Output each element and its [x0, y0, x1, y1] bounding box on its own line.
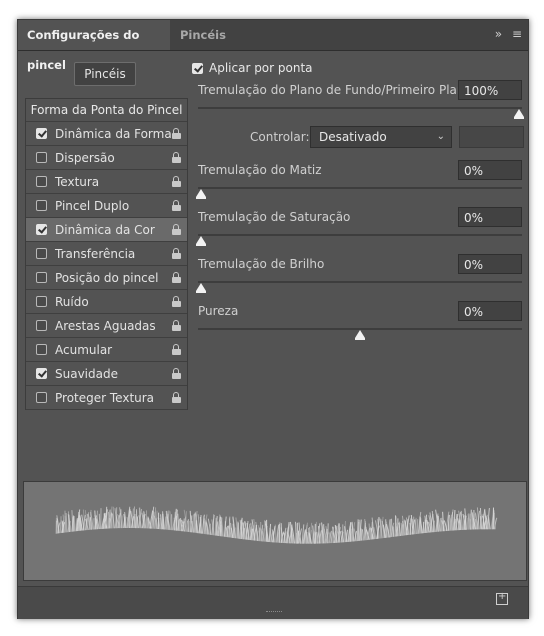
saturation-jitter-input[interactable]: 0% — [458, 207, 522, 227]
sidebar-item-checkbox[interactable] — [36, 320, 47, 331]
purity-slider-thumb[interactable] — [355, 330, 365, 340]
sidebar-item-checkbox[interactable] — [36, 368, 47, 379]
brush-options-list: Forma da Ponta do Pincel Dinâmica da For… — [25, 98, 188, 410]
lock-icon[interactable] — [172, 224, 181, 235]
resize-grip[interactable] — [266, 611, 282, 614]
fg-bg-jitter-label: Tremulação do Plano de Fundo/Primeiro Pl… — [198, 83, 472, 97]
brush-stroke-preview-graphic — [55, 506, 498, 544]
sidebar-item[interactable]: Pincel Duplo — [26, 194, 187, 218]
purity-label: Pureza — [198, 304, 239, 318]
hue-jitter-slider[interactable] — [196, 187, 522, 199]
sidebar-item-label: Textura — [55, 175, 100, 189]
control-secondary-field — [459, 126, 524, 148]
sidebar-item-checkbox[interactable] — [36, 152, 47, 163]
sidebar-item-label: Arestas Aguadas — [55, 319, 156, 333]
sidebar-item-label: Dinâmica da Cor — [55, 223, 155, 237]
panel-footer — [18, 586, 528, 619]
hue-jitter-slider-thumb[interactable] — [196, 189, 206, 199]
sidebar-item-brush-tip-shape[interactable]: Forma da Ponta do Pincel — [26, 99, 187, 122]
sidebar-item[interactable]: Arestas Aguadas — [26, 314, 187, 338]
lock-icon[interactable] — [172, 248, 181, 259]
sidebar-item[interactable]: Dispersão — [26, 146, 187, 170]
saturation-jitter-slider-thumb[interactable] — [196, 236, 206, 246]
sidebar-item-checkbox[interactable] — [36, 224, 47, 235]
brush-stroke-preview — [23, 481, 527, 581]
collapse-panel-icon[interactable]: » — [495, 27, 502, 41]
control-dropdown-value: Desativado — [319, 130, 387, 144]
lock-icon[interactable] — [172, 272, 181, 283]
brightness-jitter-slider[interactable] — [196, 281, 522, 293]
brightness-jitter-slider-thumb[interactable] — [196, 283, 206, 293]
lock-icon[interactable] — [172, 296, 181, 307]
sidebar-item-label: Dinâmica da Forma — [55, 127, 172, 141]
sidebar-item-label: Transferência — [55, 247, 136, 261]
lock-icon[interactable] — [172, 344, 181, 355]
saturation-jitter-label: Tremulação de Saturação — [198, 210, 351, 224]
sidebar-item-checkbox[interactable] — [36, 272, 47, 283]
sidebar-item[interactable]: Ruído — [26, 290, 187, 314]
hue-jitter-input[interactable]: 0% — [458, 160, 522, 180]
sidebar-item-checkbox[interactable] — [36, 296, 47, 307]
chevron-down-icon: ⌄ — [436, 131, 445, 142]
sidebar-item-label: Acumular — [55, 343, 113, 357]
sidebar-item-label: Proteger Textura — [55, 391, 155, 405]
fg-bg-jitter-slider-thumb[interactable] — [514, 109, 524, 119]
sidebar-item[interactable]: Transferência — [26, 242, 187, 266]
sidebar-item[interactable]: Proteger Textura — [26, 386, 187, 410]
sidebar-item-label: Suavidade — [55, 367, 118, 381]
sidebar-item[interactable]: Dinâmica da Forma — [26, 122, 187, 146]
sidebar-item-checkbox[interactable] — [36, 248, 47, 259]
lock-icon[interactable] — [172, 128, 181, 139]
purity-slider[interactable] — [198, 328, 522, 340]
control-dropdown[interactable]: Desativado ⌄ — [310, 126, 452, 148]
lock-icon[interactable] — [172, 320, 181, 331]
tab-icons: » ≡ — [489, 27, 522, 41]
sidebar-item-checkbox[interactable] — [36, 392, 47, 403]
purity-input[interactable]: 0% — [458, 301, 522, 321]
fg-bg-jitter-input[interactable]: 100% — [458, 80, 522, 100]
hue-jitter-label: Tremulação do Matiz — [198, 163, 322, 177]
apply-per-tip-label: Aplicar por ponta — [209, 61, 313, 75]
fg-bg-jitter-slider[interactable] — [198, 107, 524, 119]
control-label: Controlar: — [250, 130, 310, 144]
sidebar-item-label: Ruído — [55, 295, 89, 309]
checkbox-icon[interactable] — [192, 63, 203, 74]
brush-settings-panel: Configurações do pincel Pincéis » ≡ Pinc… — [17, 19, 529, 619]
sidebar-item[interactable]: Dinâmica da Cor — [26, 218, 187, 242]
sidebar-item-label: Dispersão — [55, 151, 115, 165]
sidebar-item[interactable]: Acumular — [26, 338, 187, 362]
saturation-jitter-slider[interactable] — [196, 234, 522, 246]
sidebar-item-label: Pincel Duplo — [55, 199, 130, 213]
sidebar-item-checkbox[interactable] — [36, 344, 47, 355]
sidebar-item[interactable]: Textura — [26, 170, 187, 194]
sidebar-item-checkbox[interactable] — [36, 128, 47, 139]
sidebar-item[interactable]: Posição do pincel — [26, 266, 187, 290]
lock-icon[interactable] — [172, 200, 181, 211]
brightness-jitter-input[interactable]: 0% — [458, 254, 522, 274]
sidebar-item-checkbox[interactable] — [36, 176, 47, 187]
lock-icon[interactable] — [172, 152, 181, 163]
tab-brushes[interactable]: Pincéis — [171, 20, 235, 50]
lock-icon[interactable] — [172, 392, 181, 403]
tab-brush-settings[interactable]: Configurações do pincel — [18, 20, 170, 72]
brightness-jitter-label: Tremulação de Brilho — [198, 257, 325, 271]
new-brush-preset-icon[interactable] — [496, 591, 508, 605]
tab-bar: Configurações do pincel Pincéis » ≡ — [18, 20, 528, 72]
lock-icon[interactable] — [172, 176, 181, 187]
sidebar-item-label: Posição do pincel — [55, 271, 159, 285]
brushes-button[interactable]: Pincéis — [74, 62, 136, 86]
sidebar-item-checkbox[interactable] — [36, 200, 47, 211]
sidebar-item[interactable]: Suavidade — [26, 362, 187, 386]
lock-icon[interactable] — [172, 368, 181, 379]
panel-menu-icon[interactable]: ≡ — [512, 27, 522, 41]
